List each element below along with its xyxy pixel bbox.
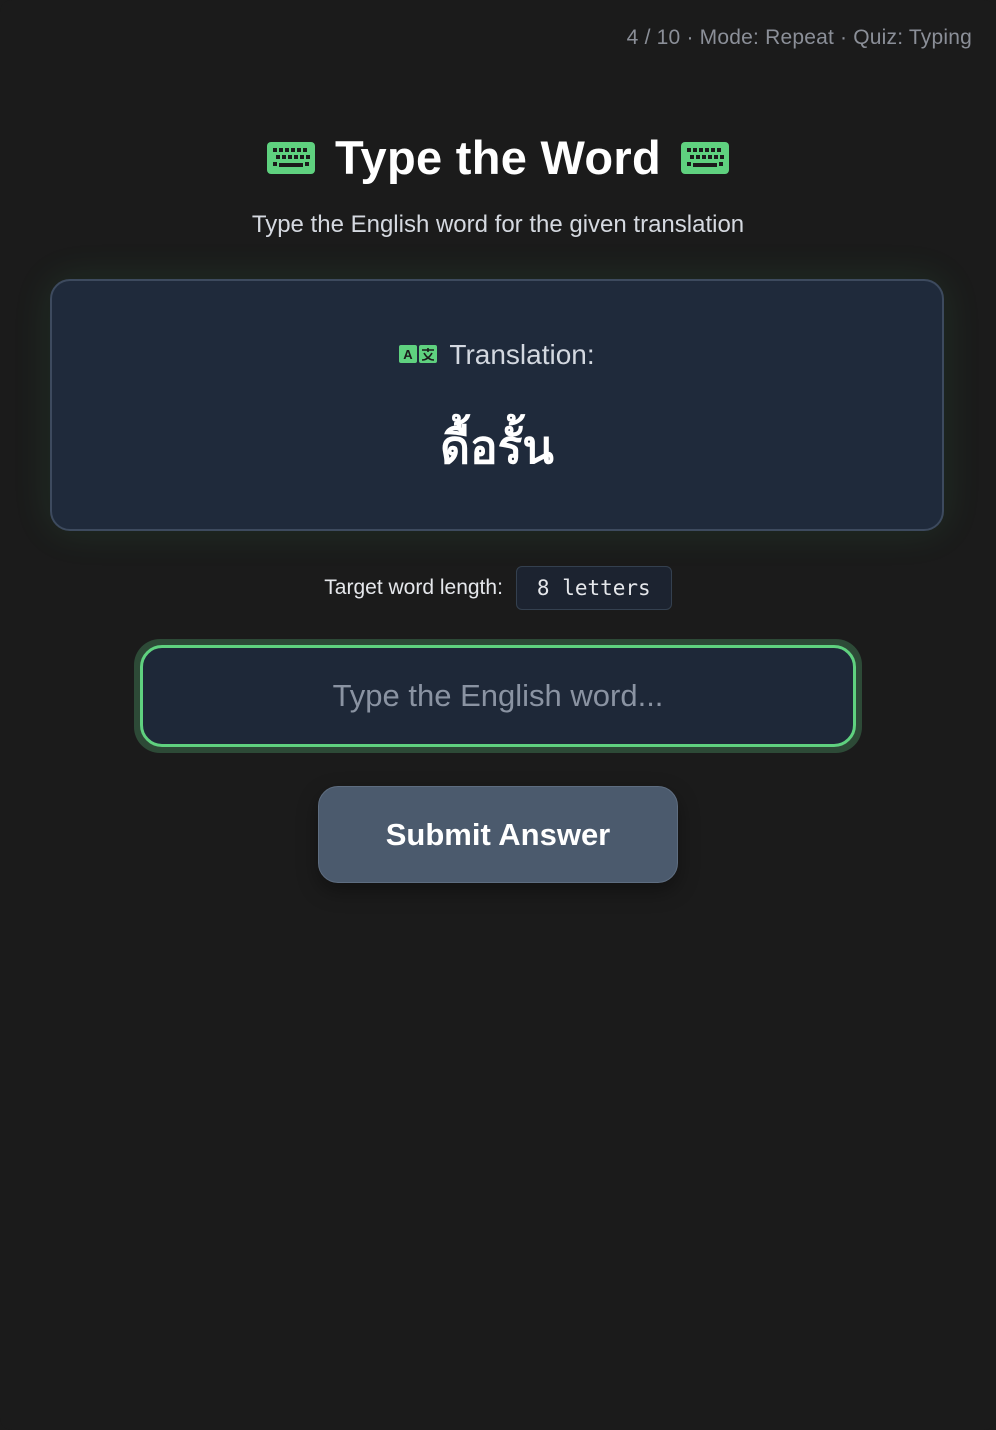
keyboard-icon: [267, 141, 316, 174]
page-title: Type the Word: [335, 131, 661, 184]
translation-word: ดื้อรั้น: [440, 420, 554, 474]
word-length-badge: 8 letters: [515, 566, 672, 610]
svg-text:A: A: [404, 347, 414, 362]
progress-status: 4 / 10 · Mode: Repeat · Quiz: Typing: [626, 26, 972, 49]
word-length-hint: Target word length: 8 letters: [0, 566, 996, 610]
title-row: Type the Word: [0, 130, 996, 185]
answer-input[interactable]: [140, 645, 856, 747]
keyboard-icon: [680, 141, 729, 174]
submit-answer-button[interactable]: Submit Answer: [318, 786, 678, 883]
page-subtitle: Type the English word for the given tran…: [251, 211, 745, 238]
quiz-window: 4 / 10 · Mode: Repeat · Quiz: Typing Typ…: [0, 0, 996, 1430]
translation-card: A Translation: ดื้อรั้น: [50, 279, 944, 531]
word-length-label: Target word length:: [324, 576, 503, 599]
translate-icon: A: [399, 345, 438, 365]
answer-input-focus-ring: [134, 639, 862, 753]
translation-label: Translation:: [449, 339, 595, 370]
translation-label-row: A Translation:: [52, 339, 942, 371]
